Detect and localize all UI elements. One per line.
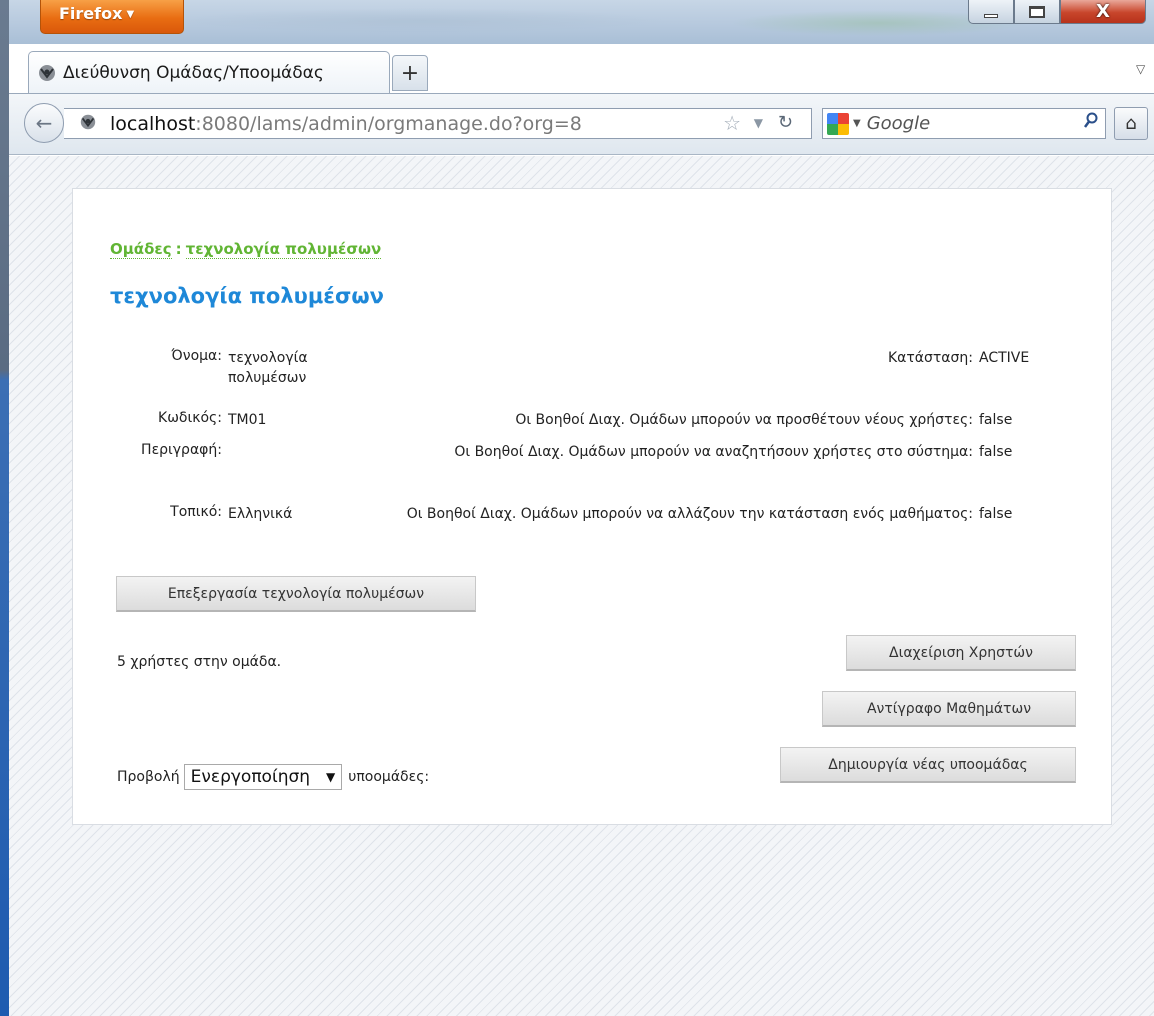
close-icon: X — [1096, 1, 1110, 22]
url-path: :8080/lams/admin/orgmanage.do?org=8 — [195, 112, 582, 135]
breadcrumb-link-groups[interactable]: Ομάδες — [110, 240, 172, 259]
search-users-value: false — [979, 444, 1013, 460]
desktop-edge — [0, 0, 9, 1016]
new-tab-button[interactable]: + — [392, 55, 428, 91]
bookmark-star-icon[interactable]: ☆ — [723, 111, 741, 135]
browser-tab[interactable]: Διεύθυνση Ομάδας/Υποομάδας — [28, 51, 390, 93]
search-bar[interactable]: ▼ Google — [822, 108, 1106, 139]
firefox-menu-label: Firefox — [59, 4, 123, 23]
home-icon: ⌂ — [1125, 113, 1137, 134]
home-button[interactable]: ⌂ — [1114, 107, 1148, 140]
manage-users-button[interactable]: Διαχείριση Χρηστών — [846, 635, 1076, 671]
name-value: τεχνολογία πολυμέσων — [228, 350, 308, 386]
tab-title: Διεύθυνση Ομάδας/Υποομάδας — [63, 62, 324, 83]
breadcrumb-link-current[interactable]: τεχνολογία πολυμέσων — [185, 240, 382, 259]
search-engine-caret-icon[interactable]: ▼ — [853, 118, 861, 129]
search-icon[interactable] — [1083, 112, 1099, 135]
site-identity-icon[interactable] — [78, 113, 98, 135]
status-value: ACTIVE — [979, 350, 1030, 366]
breadcrumb: Ομάδες: τεχνολογία πολυμέσων — [110, 240, 382, 259]
url-text: localhost:8080/lams/admin/orgmanage.do?o… — [110, 113, 582, 135]
change-status-label: Οι Βοηθοί Διαχ. Ομάδων μπορούν να αλλάζο… — [406, 506, 973, 522]
clone-lessons-button[interactable]: Αντίγραφο Μαθημάτων — [822, 691, 1076, 727]
lams-favicon-icon — [80, 114, 96, 129]
minimize-button[interactable] — [968, 0, 1014, 24]
create-subgroup-button[interactable]: Δημιουργία νέας υποομάδας — [780, 747, 1076, 783]
history-dropdown-icon[interactable]: ▼ — [754, 116, 763, 130]
subgroup-filter-prefix: Προβολή — [117, 769, 180, 785]
subgroup-state-select[interactable]: Ενεργοποίηση ▼ — [183, 764, 343, 790]
titlebar-glass — [169, 8, 669, 34]
description-label: Περιγραφή: — [141, 442, 222, 458]
search-placeholder: Google — [866, 113, 931, 134]
add-users-value: false — [979, 412, 1013, 428]
search-users-label: Οι Βοηθοί Διαχ. Ομάδων μπορούν να αναζητ… — [454, 444, 973, 460]
subgroup-state-selected: Ενεργοποίηση — [190, 767, 311, 787]
page-title: τεχνολογία πολυμέσων — [110, 284, 384, 308]
minimize-icon — [984, 13, 998, 18]
tab-list-icon[interactable]: ▽ — [1136, 62, 1145, 76]
locale-value: Ελληνικά — [228, 506, 293, 522]
caret-down-icon: ▼ — [126, 9, 135, 20]
name-label: Όνομα: — [171, 348, 222, 364]
reload-icon[interactable]: ↻ — [778, 112, 793, 133]
url-bar[interactable]: localhost:8080/lams/admin/orgmanage.do?o… — [64, 108, 812, 139]
back-button[interactable]: ← — [24, 103, 64, 143]
users-count-text: 5 χρήστες στην ομάδα. — [117, 654, 282, 670]
code-label: Κωδικός: — [158, 410, 222, 426]
breadcrumb-separator: : — [175, 240, 182, 258]
locale-label: Τοπικό: — [170, 504, 222, 520]
maximize-icon — [1029, 5, 1045, 18]
dropdown-arrow-icon: ▼ — [326, 770, 336, 784]
magnifier-icon — [1083, 112, 1098, 128]
subgroup-filter-suffix: υποομάδες: — [348, 769, 430, 785]
lams-favicon-icon — [39, 64, 55, 81]
maximize-button[interactable] — [1014, 0, 1060, 24]
add-users-label: Οι Βοηθοί Διαχ. Ομάδων μπορούν να προσθέ… — [515, 412, 973, 428]
code-value: TM01 — [228, 412, 267, 428]
change-status-value: false — [979, 506, 1013, 522]
back-arrow-icon: ← — [35, 111, 53, 135]
firefox-menu-button[interactable]: Firefox ▼ — [40, 0, 184, 34]
close-window-button[interactable]: X — [1060, 0, 1146, 24]
edit-group-button[interactable]: Επεξεργασία τεχνολογία πολυμέσων — [116, 576, 476, 612]
subgroup-filter: Προβολή Ενεργοποίηση ▼ υποομάδες: — [117, 764, 429, 790]
google-logo-icon[interactable] — [827, 112, 849, 135]
status-label: Κατάσταση: — [887, 350, 973, 366]
url-host: localhost — [110, 112, 196, 135]
